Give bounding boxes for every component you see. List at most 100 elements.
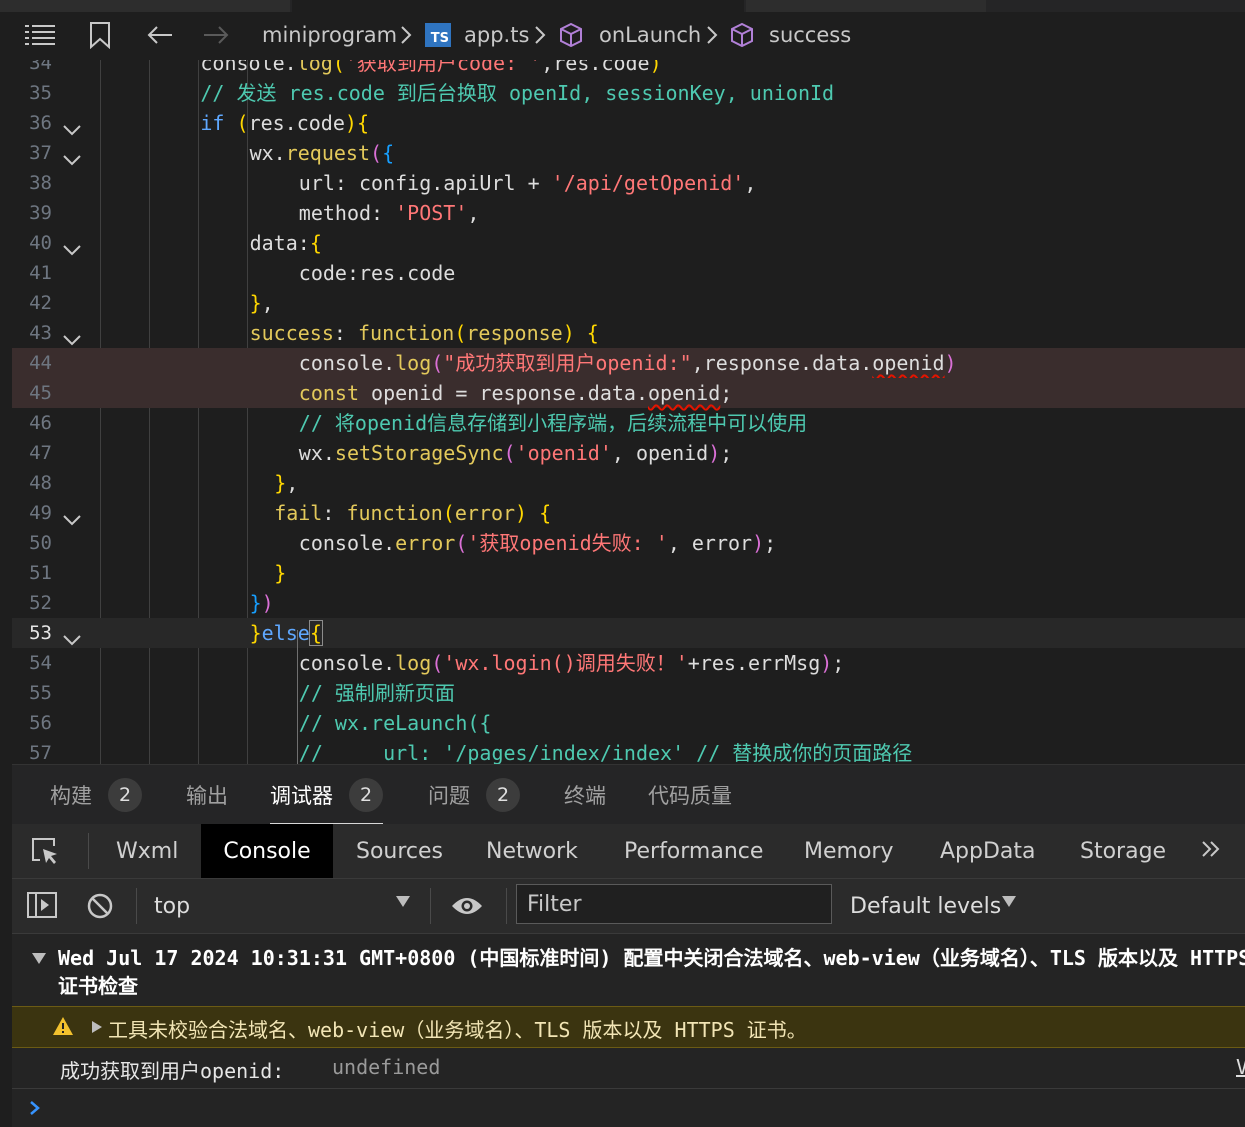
- code-line[interactable]: 36 if (res.code){: [12, 108, 1245, 138]
- code-line[interactable]: 53}else{: [12, 618, 1245, 648]
- panel-tab[interactable]: 构建 2: [50, 765, 142, 825]
- code-line[interactable]: 34 console.log('获取到用户code: ',res.code): [12, 60, 1245, 78]
- code-line[interactable]: 40 data:{: [12, 228, 1245, 258]
- panel-tab[interactable]: 代码质量: [648, 765, 732, 825]
- list-icon[interactable]: [24, 20, 56, 50]
- breadcrumb-bar: miniprogram TS app.ts onLaunch success: [0, 0, 1245, 60]
- code-line[interactable]: 44 console.log("成功获取到用户openid:",response.…: [12, 348, 1245, 378]
- code-token: ;: [764, 531, 777, 555]
- code-line[interactable]: 42},: [12, 288, 1245, 318]
- fold-chevron-icon[interactable]: [62, 115, 82, 136]
- editor-tab[interactable]: [0, 0, 290, 12]
- log-label: 成功获取到用户openid:: [60, 1059, 285, 1083]
- panel-tab[interactable]: 输出: [186, 765, 228, 825]
- context-selector[interactable]: top: [154, 879, 190, 933]
- line-number: 37: [29, 142, 52, 164]
- code-line[interactable]: 38 url: config.apiUrl + '/api/getOpenid',: [12, 168, 1245, 198]
- console-warning[interactable]: 工具未校验合法域名、web-view（业务域名）、TLS 版本以及 HTTPS …: [12, 1006, 1245, 1048]
- code-editor[interactable]: 34 console.log('获取到用户code: ',res.code) 35/…: [12, 60, 1245, 764]
- panel-tab-label: 构建: [50, 784, 92, 808]
- breadcrumb-item-folder[interactable]: miniprogram: [262, 20, 397, 50]
- editor-tab-active[interactable]: [292, 0, 744, 12]
- eye-icon[interactable]: [450, 894, 484, 922]
- code-token: :: [333, 321, 358, 345]
- line-number: 40: [29, 232, 52, 254]
- expand-triangle-icon[interactable]: [92, 1021, 102, 1033]
- fold-chevron-icon[interactable]: [62, 235, 82, 256]
- code-line[interactable]: 51}: [12, 558, 1245, 588]
- code-token: {: [356, 111, 369, 135]
- code-line[interactable]: 56 // wx.reLaunch({: [12, 708, 1245, 738]
- code-line[interactable]: 35 // 发送 res.code 到后台换取 openId, sessionKe…: [12, 78, 1245, 108]
- code-line[interactable]: 55 // 强制刷新页面: [12, 678, 1245, 708]
- sidebar-toggle-icon[interactable]: [26, 891, 58, 923]
- devtools-tab[interactable]: Console: [201, 824, 333, 878]
- code-line[interactable]: 57 // url: '/pages/index/index' // 替换成你的页…: [12, 738, 1245, 764]
- code-token: url: config.apiUrl +: [298, 171, 552, 195]
- code-line[interactable]: 39 method: 'POST',: [12, 198, 1245, 228]
- code-line[interactable]: 48},: [12, 468, 1245, 498]
- source-link[interactable]: VM: [1236, 1055, 1245, 1079]
- panel-tab[interactable]: 终端: [564, 765, 606, 825]
- code-line[interactable]: 43 success: function(response) {: [12, 318, 1245, 348]
- code-text: console.log('wx.login()调用失败！'+res.errMsg…: [299, 648, 845, 678]
- code-token: {: [586, 321, 599, 345]
- code-token: (: [455, 531, 468, 555]
- code-line[interactable]: 41 code:res.code: [12, 258, 1245, 288]
- devtools-tab[interactable]: Wxml: [116, 824, 178, 878]
- console-prompt[interactable]: [12, 1088, 1245, 1126]
- devtools-tab[interactable]: Storage: [1080, 824, 1166, 878]
- log-value: undefined: [332, 1055, 441, 1079]
- log-levels-selector[interactable]: Default levels: [850, 879, 1001, 933]
- expand-triangle-icon[interactable]: [32, 953, 46, 964]
- dropdown-arrow-icon[interactable]: [1002, 896, 1016, 907]
- bookmark-icon[interactable]: [88, 20, 112, 50]
- code-line[interactable]: 45 const openid = response.data.openid;: [12, 378, 1245, 408]
- fold-chevron-icon[interactable]: [62, 145, 82, 166]
- forward-arrow-icon[interactable]: [202, 20, 230, 50]
- fold-chevron-icon[interactable]: [62, 625, 82, 646]
- code-token: ,response.data.: [691, 351, 873, 375]
- devtools-tab[interactable]: Performance: [624, 824, 763, 878]
- code-line[interactable]: 54 console.log('wx.login()调用失败！'+res.errM…: [12, 648, 1245, 678]
- console-group[interactable]: Wed Jul 17 2024 10:31:31 GMT+0800 (中国标准时…: [12, 940, 1245, 1006]
- devtools-tab[interactable]: Network: [486, 824, 578, 878]
- code-token: setStorageSync: [334, 441, 504, 465]
- fold-chevron-icon[interactable]: [62, 325, 82, 346]
- more-tabs-icon[interactable]: [1200, 838, 1222, 864]
- toolbar-divider: [136, 888, 137, 924]
- breadcrumb-item-method[interactable]: onLaunch: [599, 20, 701, 50]
- console-log[interactable]: 成功获取到用户openid: undefined VM: [12, 1048, 1245, 1089]
- clear-console-icon[interactable]: [86, 892, 114, 924]
- code-line[interactable]: 49 fail: function(error) {: [12, 498, 1245, 528]
- panel-tab[interactable]: 调试器 2: [270, 765, 383, 825]
- code-token: ): [649, 60, 662, 75]
- devtools-tab[interactable]: Sources: [356, 824, 443, 878]
- code-token: , error: [667, 531, 753, 555]
- breadcrumb-item-method[interactable]: success: [769, 20, 851, 50]
- code-line[interactable]: 37 wx.request({: [12, 138, 1245, 168]
- code-line[interactable]: 46 // 将openid信息存储到小程序端，后续流程中可以使用: [12, 408, 1245, 438]
- code-token: 'openid': [515, 441, 612, 465]
- devtools-tab[interactable]: AppData: [940, 824, 1036, 878]
- fold-chevron-icon[interactable]: [62, 505, 82, 526]
- code-line[interactable]: 52}): [12, 588, 1245, 618]
- line-number: 36: [29, 112, 52, 134]
- panel-tab-label: 终端: [564, 784, 606, 808]
- editor-tab-strip: [0, 0, 1245, 12]
- code-line[interactable]: 50 console.error('获取openid失败: ', error);: [12, 528, 1245, 558]
- inspect-element-icon[interactable]: [30, 836, 60, 870]
- panel-tab[interactable]: 问题 2: [428, 765, 520, 825]
- code-token: {: [539, 501, 552, 525]
- back-arrow-icon[interactable]: [146, 20, 174, 50]
- code-token: success: [249, 321, 334, 345]
- breadcrumb-item-file[interactable]: app.ts: [464, 20, 529, 50]
- code-line[interactable]: 47 wx.setStorageSync('openid', openid);: [12, 438, 1245, 468]
- line-number: 43: [29, 322, 52, 344]
- editor-tab[interactable]: [746, 0, 986, 12]
- dropdown-arrow-icon[interactable]: [396, 896, 410, 907]
- filter-input[interactable]: [516, 884, 832, 924]
- code-text: const openid = response.data.openid;: [299, 378, 733, 408]
- devtools-tab[interactable]: Memory: [804, 824, 893, 878]
- method-cube-icon: [729, 20, 755, 50]
